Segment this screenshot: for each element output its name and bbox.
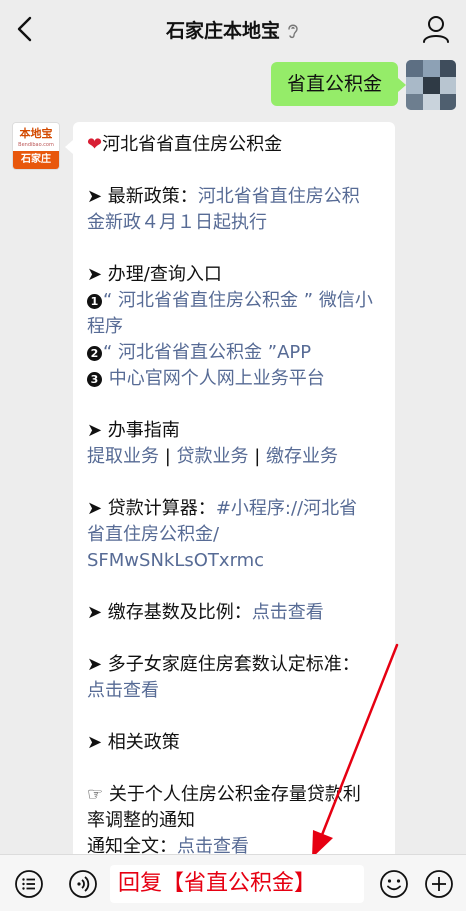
deposit-base-link[interactable]: 点击查看 xyxy=(252,602,324,623)
voice-icon[interactable] xyxy=(68,869,98,899)
entry-item-1: 1 “ 河北省省直住房公积金 ” 微信小 xyxy=(87,288,381,314)
my-message-text: 省直公积金 xyxy=(286,73,382,95)
menu-icon[interactable] xyxy=(14,869,44,899)
deposit-base-label: ➤ 缴存基数及比例： xyxy=(87,602,252,623)
title-bar: 石家庄本地宝 xyxy=(0,0,466,58)
chat-area[interactable]: 省直公积金 本地宝 Bendibao.com 石家庄 ❤河北省省直住房公积金 ➤… xyxy=(0,58,466,854)
entry-item-2: 2 “ 河北省省直公积金 ”APP xyxy=(87,340,381,366)
notice-link[interactable]: 点击查看 xyxy=(177,836,249,854)
my-message-bubble[interactable]: 省直公积金 xyxy=(270,62,407,106)
person-icon[interactable] xyxy=(422,14,450,44)
latest-policy-link-cont[interactable]: 金新政４月１日起执行 xyxy=(87,212,267,233)
entry-item-1-link-cont[interactable]: 程序 xyxy=(87,316,123,337)
deposit-link[interactable]: 缴存业务 xyxy=(266,446,338,467)
message-heading-line: ❤河北省省直住房公积金 xyxy=(87,132,381,158)
separator: | xyxy=(159,446,177,467)
bot-message-bubble: ❤河北省省直住房公积金 ➤ 最新政策：河北省省直住房公积 金新政４月１日起执行 … xyxy=(65,122,395,854)
withdraw-link[interactable]: 提取业务 xyxy=(87,446,159,467)
notice-title-cont: 率调整的通知 xyxy=(87,810,195,831)
number-1-icon: 1 xyxy=(87,294,102,309)
bottom-bar: 回复【省直公积金】 xyxy=(0,854,466,911)
guide-links: 提取业务 | 贷款业务 | 缴存业务 xyxy=(87,444,381,470)
calculator-link[interactable]: #小程序://河北省 xyxy=(216,498,357,519)
ear-icon xyxy=(288,24,298,39)
calculator-label: ➤ 贷款计算器： xyxy=(87,498,216,519)
bot-logo-text: 本地宝 xyxy=(19,127,53,140)
chat-title-wrap: 石家庄本地宝 xyxy=(0,16,466,43)
emoji-icon[interactable] xyxy=(379,869,409,899)
plus-icon[interactable] xyxy=(424,869,454,899)
deposit-base: ➤ 缴存基数及比例：点击查看 xyxy=(87,600,381,626)
latest-policy: ➤ 最新政策：河北省省直住房公积 xyxy=(87,184,381,210)
bot-avatar[interactable]: 本地宝 Bendibao.com 石家庄 xyxy=(12,122,60,170)
heart-icon: ❤ xyxy=(87,134,103,155)
multi-child-link[interactable]: 点击查看 xyxy=(87,680,159,701)
bot-logo-city: 石家庄 xyxy=(13,151,59,169)
reply-instruction: 回复【省直公积金】 xyxy=(118,871,317,896)
entry-item-3: 3 中心官网个人网上业务平台 xyxy=(87,366,381,392)
entry-label: ➤ 办理/查询入口 xyxy=(87,264,222,285)
notice-title: ☞ 关于个人住房公积金存量贷款利 xyxy=(87,784,361,805)
separator: | xyxy=(248,446,267,467)
entry-item-2-link[interactable]: “ 河北省省直公积金 ”APP xyxy=(103,342,311,363)
latest-policy-label: ➤ 最新政策： xyxy=(87,186,198,207)
entry-item-3-link[interactable]: 中心官网个人网上业务平台 xyxy=(109,368,325,389)
notice-full: 通知全文：点击查看 xyxy=(87,834,381,854)
latest-policy-link[interactable]: 河北省省直住房公积 xyxy=(198,186,360,207)
chat-title: 石家庄本地宝 xyxy=(165,20,280,42)
calculator: ➤ 贷款计算器：#小程序://河北省 xyxy=(87,496,381,522)
bot-logo: 本地宝 Bendibao.com xyxy=(13,123,59,153)
guide-label: ➤ 办事指南 xyxy=(87,420,180,441)
number-3-icon: 3 xyxy=(87,372,102,387)
multi-child-label: ➤ 多子女家庭住房套数认定标准： xyxy=(87,654,360,675)
my-avatar[interactable] xyxy=(406,60,456,110)
calculator-link-cont[interactable]: 省直住房公积金/ xyxy=(87,524,219,545)
number-2-icon: 2 xyxy=(87,346,102,361)
loan-link[interactable]: 贷款业务 xyxy=(177,446,249,467)
bot-logo-sub: Bendibao.com xyxy=(18,142,54,148)
message-heading: 河北省省直住房公积金 xyxy=(102,134,283,155)
related-policy-label: ➤ 相关政策 xyxy=(87,732,180,753)
notice-full-label: 通知全文： xyxy=(87,836,177,854)
calculator-link-cont2[interactable]: SFMwSNkLsOTxrmc xyxy=(87,550,264,571)
entry-item-1-link[interactable]: “ 河北省省直住房公积金 ” 微信小 xyxy=(103,290,373,311)
